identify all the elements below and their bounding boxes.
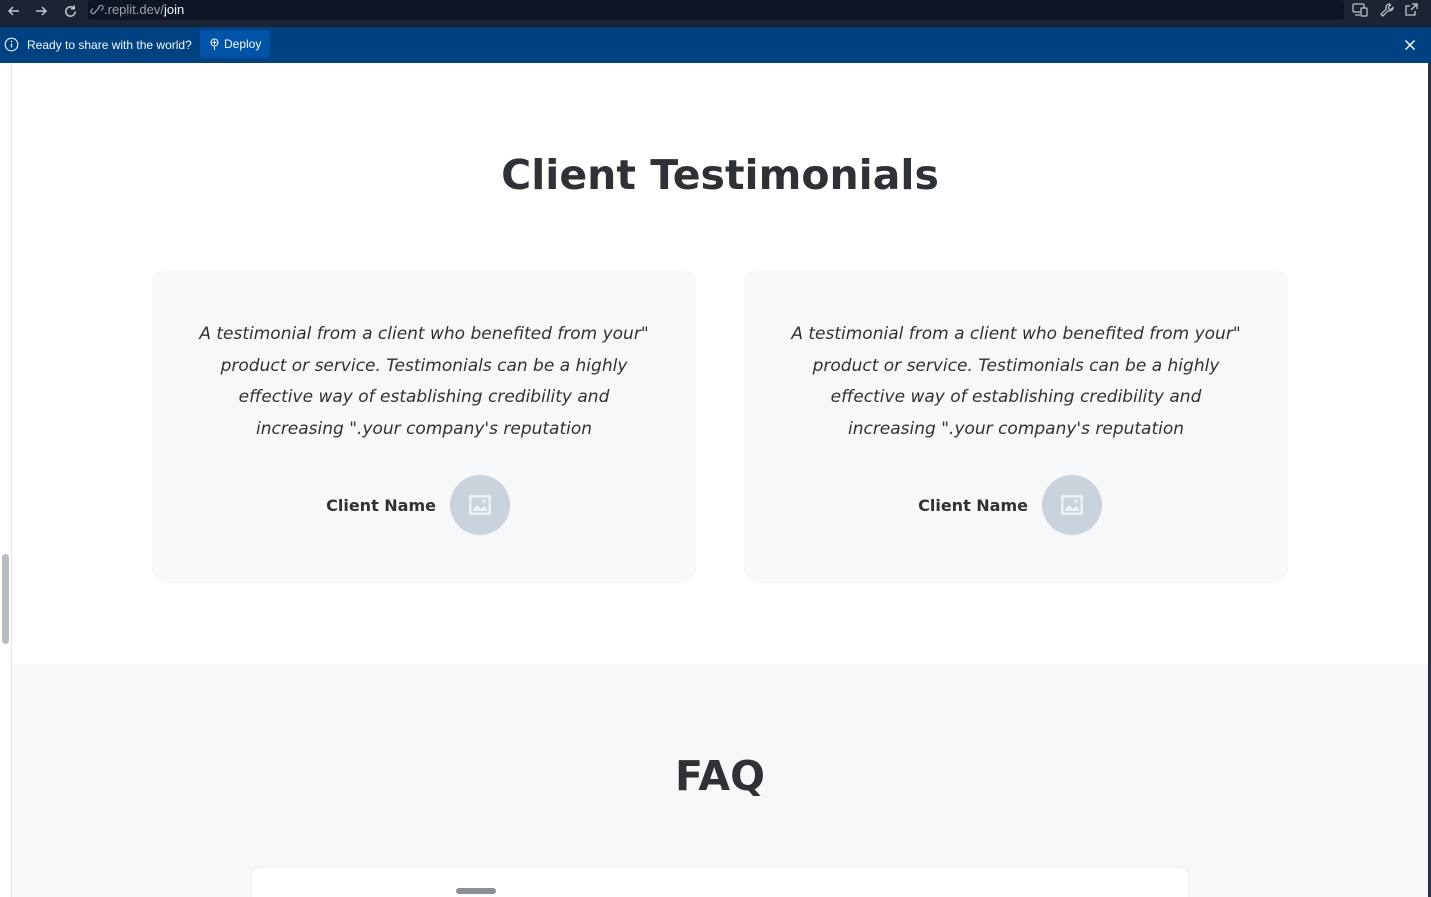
address-bar[interactable]: .replit.dev/join bbox=[88, 0, 1344, 20]
browser-toolbar: .replit.dev/join bbox=[0, 0, 1431, 27]
banner-message: Ready to share with the world? bbox=[27, 38, 192, 52]
faq-section: FAQ bbox=[12, 664, 1428, 897]
image-placeholder-icon bbox=[1061, 495, 1083, 515]
open-new-tab-button[interactable] bbox=[1404, 2, 1422, 18]
testimonial-card: A testimonial from a client who benefite… bbox=[744, 269, 1288, 583]
back-button[interactable] bbox=[4, 2, 24, 22]
deploy-button-label: Deploy bbox=[224, 37, 262, 51]
image-placeholder-icon bbox=[469, 495, 491, 515]
client-avatar bbox=[1042, 475, 1102, 535]
url-path: join bbox=[163, 2, 185, 17]
client-name: Client Name bbox=[918, 496, 1028, 515]
testimonials-title: Client Testimonials bbox=[501, 151, 939, 199]
client-name: Client Name bbox=[326, 496, 436, 515]
testimonial-card: A testimonial from a client who benefite… bbox=[152, 269, 696, 583]
url-text: .replit.dev/join bbox=[104, 0, 184, 19]
deploy-icon bbox=[210, 38, 219, 50]
external-link-icon bbox=[1405, 3, 1418, 16]
reload-button[interactable] bbox=[60, 2, 80, 22]
arrow-right-icon bbox=[36, 6, 48, 16]
wrench-icon bbox=[1380, 3, 1394, 17]
close-banner-button[interactable] bbox=[1402, 37, 1418, 53]
deploy-button[interactable]: Deploy bbox=[200, 30, 270, 58]
devtools-gutter bbox=[0, 63, 12, 897]
client-avatar bbox=[450, 475, 510, 535]
tools-button[interactable] bbox=[1379, 2, 1397, 18]
info-icon bbox=[4, 37, 19, 52]
close-icon bbox=[1404, 39, 1416, 51]
reload-icon bbox=[64, 5, 76, 17]
link-icon bbox=[90, 4, 104, 15]
resize-handle[interactable] bbox=[2, 554, 9, 644]
testimonial-quote: A testimonial from a client who benefite… bbox=[199, 324, 649, 440]
arrow-left-icon bbox=[7, 6, 19, 16]
forward-button[interactable] bbox=[31, 2, 51, 22]
testimonial-quote: A testimonial from a client who benefite… bbox=[791, 324, 1241, 440]
testimonials-section: Client Testimonials A testimonial from a… bbox=[12, 63, 1428, 664]
devices-icon bbox=[1352, 3, 1368, 17]
faq-title: FAQ bbox=[675, 752, 765, 800]
url-host: .replit.dev/ bbox=[104, 2, 164, 17]
drag-handle[interactable] bbox=[456, 888, 496, 894]
webview[interactable]: Client Testimonials A testimonial from a… bbox=[0, 63, 1428, 897]
deploy-banner: Ready to share with the world? Deploy bbox=[0, 27, 1431, 63]
faq-item[interactable] bbox=[252, 868, 1188, 897]
devtools-button[interactable] bbox=[1352, 2, 1370, 18]
